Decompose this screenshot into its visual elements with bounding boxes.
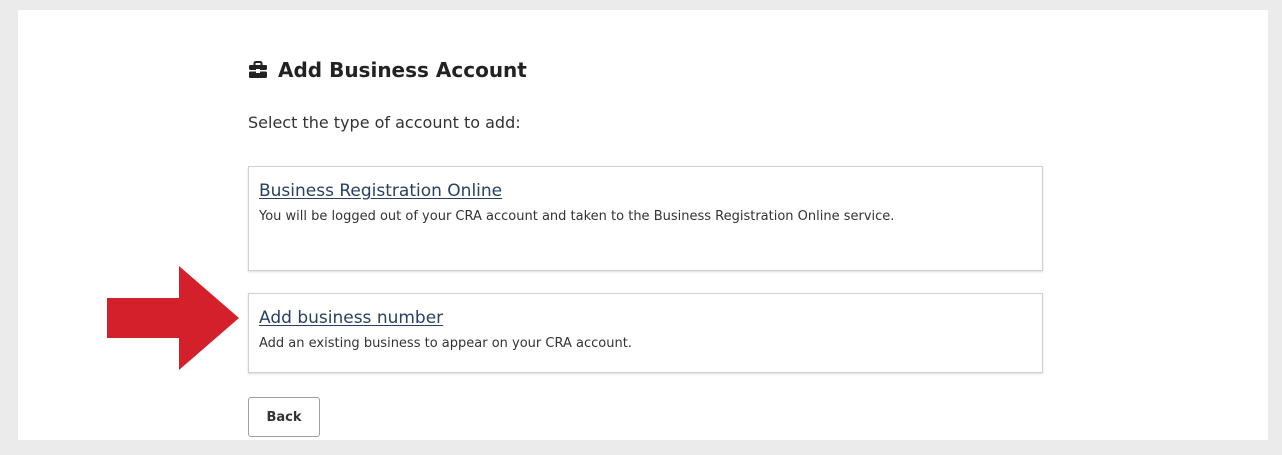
account-type-prompt: Select the type of account to add: — [248, 113, 521, 132]
add-business-number-description: Add an existing business to appear on yo… — [259, 336, 632, 351]
briefcase-icon — [248, 61, 268, 79]
business-registration-description: You will be logged out of your CRA accou… — [259, 209, 895, 224]
page-title: Add Business Account — [278, 58, 527, 82]
page-heading: Add Business Account — [248, 58, 527, 82]
option-card-add-business-number: Add business number Add an existing busi… — [248, 293, 1043, 373]
option-card-business-registration: Business Registration Online You will be… — [248, 166, 1043, 271]
add-business-number-link[interactable]: Add business number — [259, 308, 443, 328]
arrow-right-icon — [107, 266, 239, 374]
business-registration-online-link[interactable]: Business Registration Online — [259, 181, 502, 201]
back-button[interactable]: Back — [248, 397, 320, 437]
